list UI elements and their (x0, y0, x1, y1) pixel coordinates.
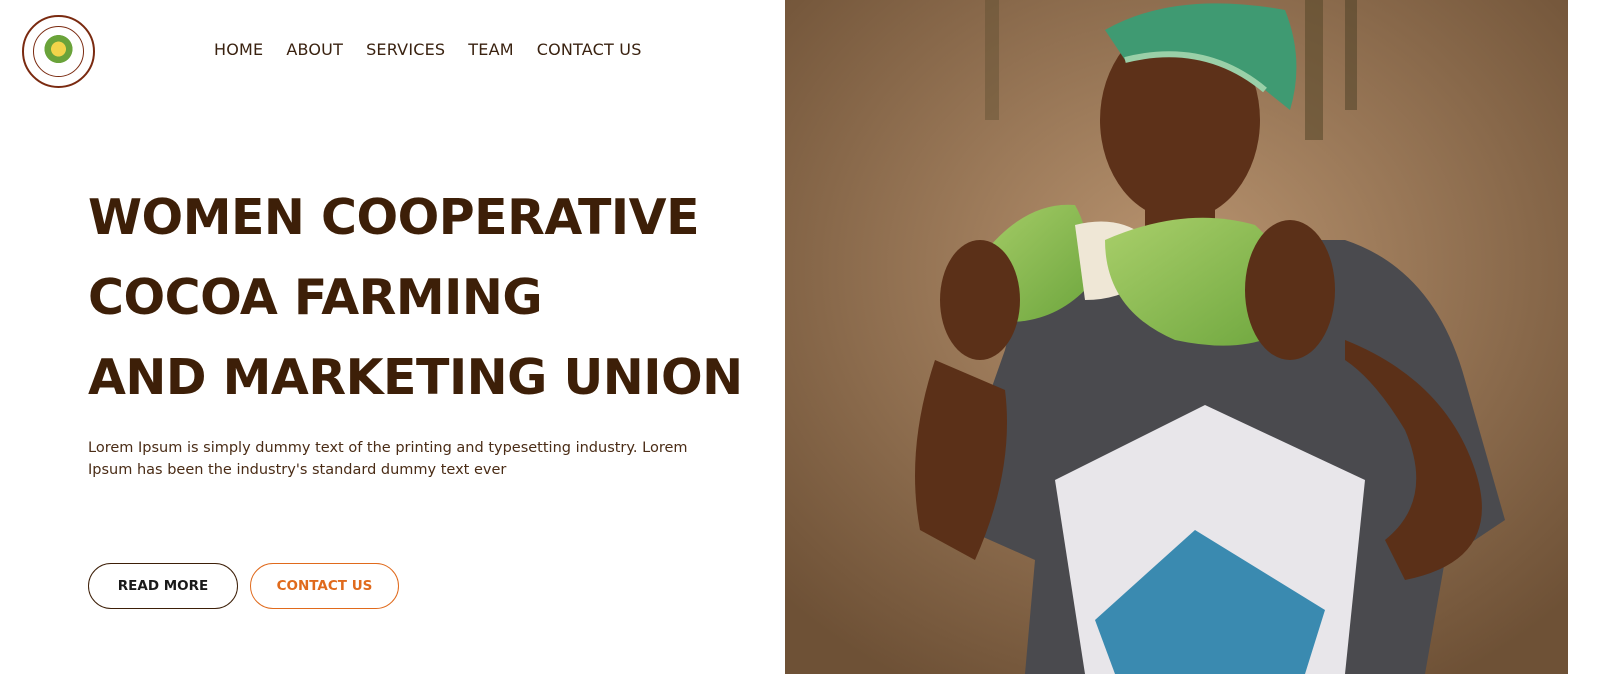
main-nav: HOME ABOUT SERVICES TEAM CONTACT US (214, 40, 642, 59)
hero-title-line: COCOA FARMING (88, 269, 543, 326)
hero-title-line: AND MARKETING UNION (88, 349, 743, 406)
nav-contact-us[interactable]: CONTACT US (537, 40, 642, 59)
hero-left-panel: HOME ABOUT SERVICES TEAM CONTACT US WOME… (0, 0, 785, 693)
nav-home[interactable]: HOME (214, 40, 263, 59)
hero-title: WOMEN COOPERATIVE COCOA FARMING AND MARK… (88, 178, 768, 418)
nav-services[interactable]: SERVICES (366, 40, 445, 59)
hero-title-line: WOMEN COOPERATIVE (88, 189, 700, 246)
nav-about[interactable]: ABOUT (286, 40, 343, 59)
read-more-button[interactable]: READ MORE (88, 563, 238, 609)
logo-emblem-icon (33, 26, 84, 77)
farmer-with-cocoa-pod-image (785, 0, 1568, 674)
right-edge-strip (1568, 0, 1598, 693)
nav-team[interactable]: TEAM (468, 40, 513, 59)
hero-description: Lorem Ipsum is simply dummy text of the … (88, 440, 688, 478)
hero-photo (785, 0, 1568, 674)
logo[interactable] (22, 15, 95, 88)
contact-us-button[interactable]: CONTACT US (250, 563, 399, 609)
